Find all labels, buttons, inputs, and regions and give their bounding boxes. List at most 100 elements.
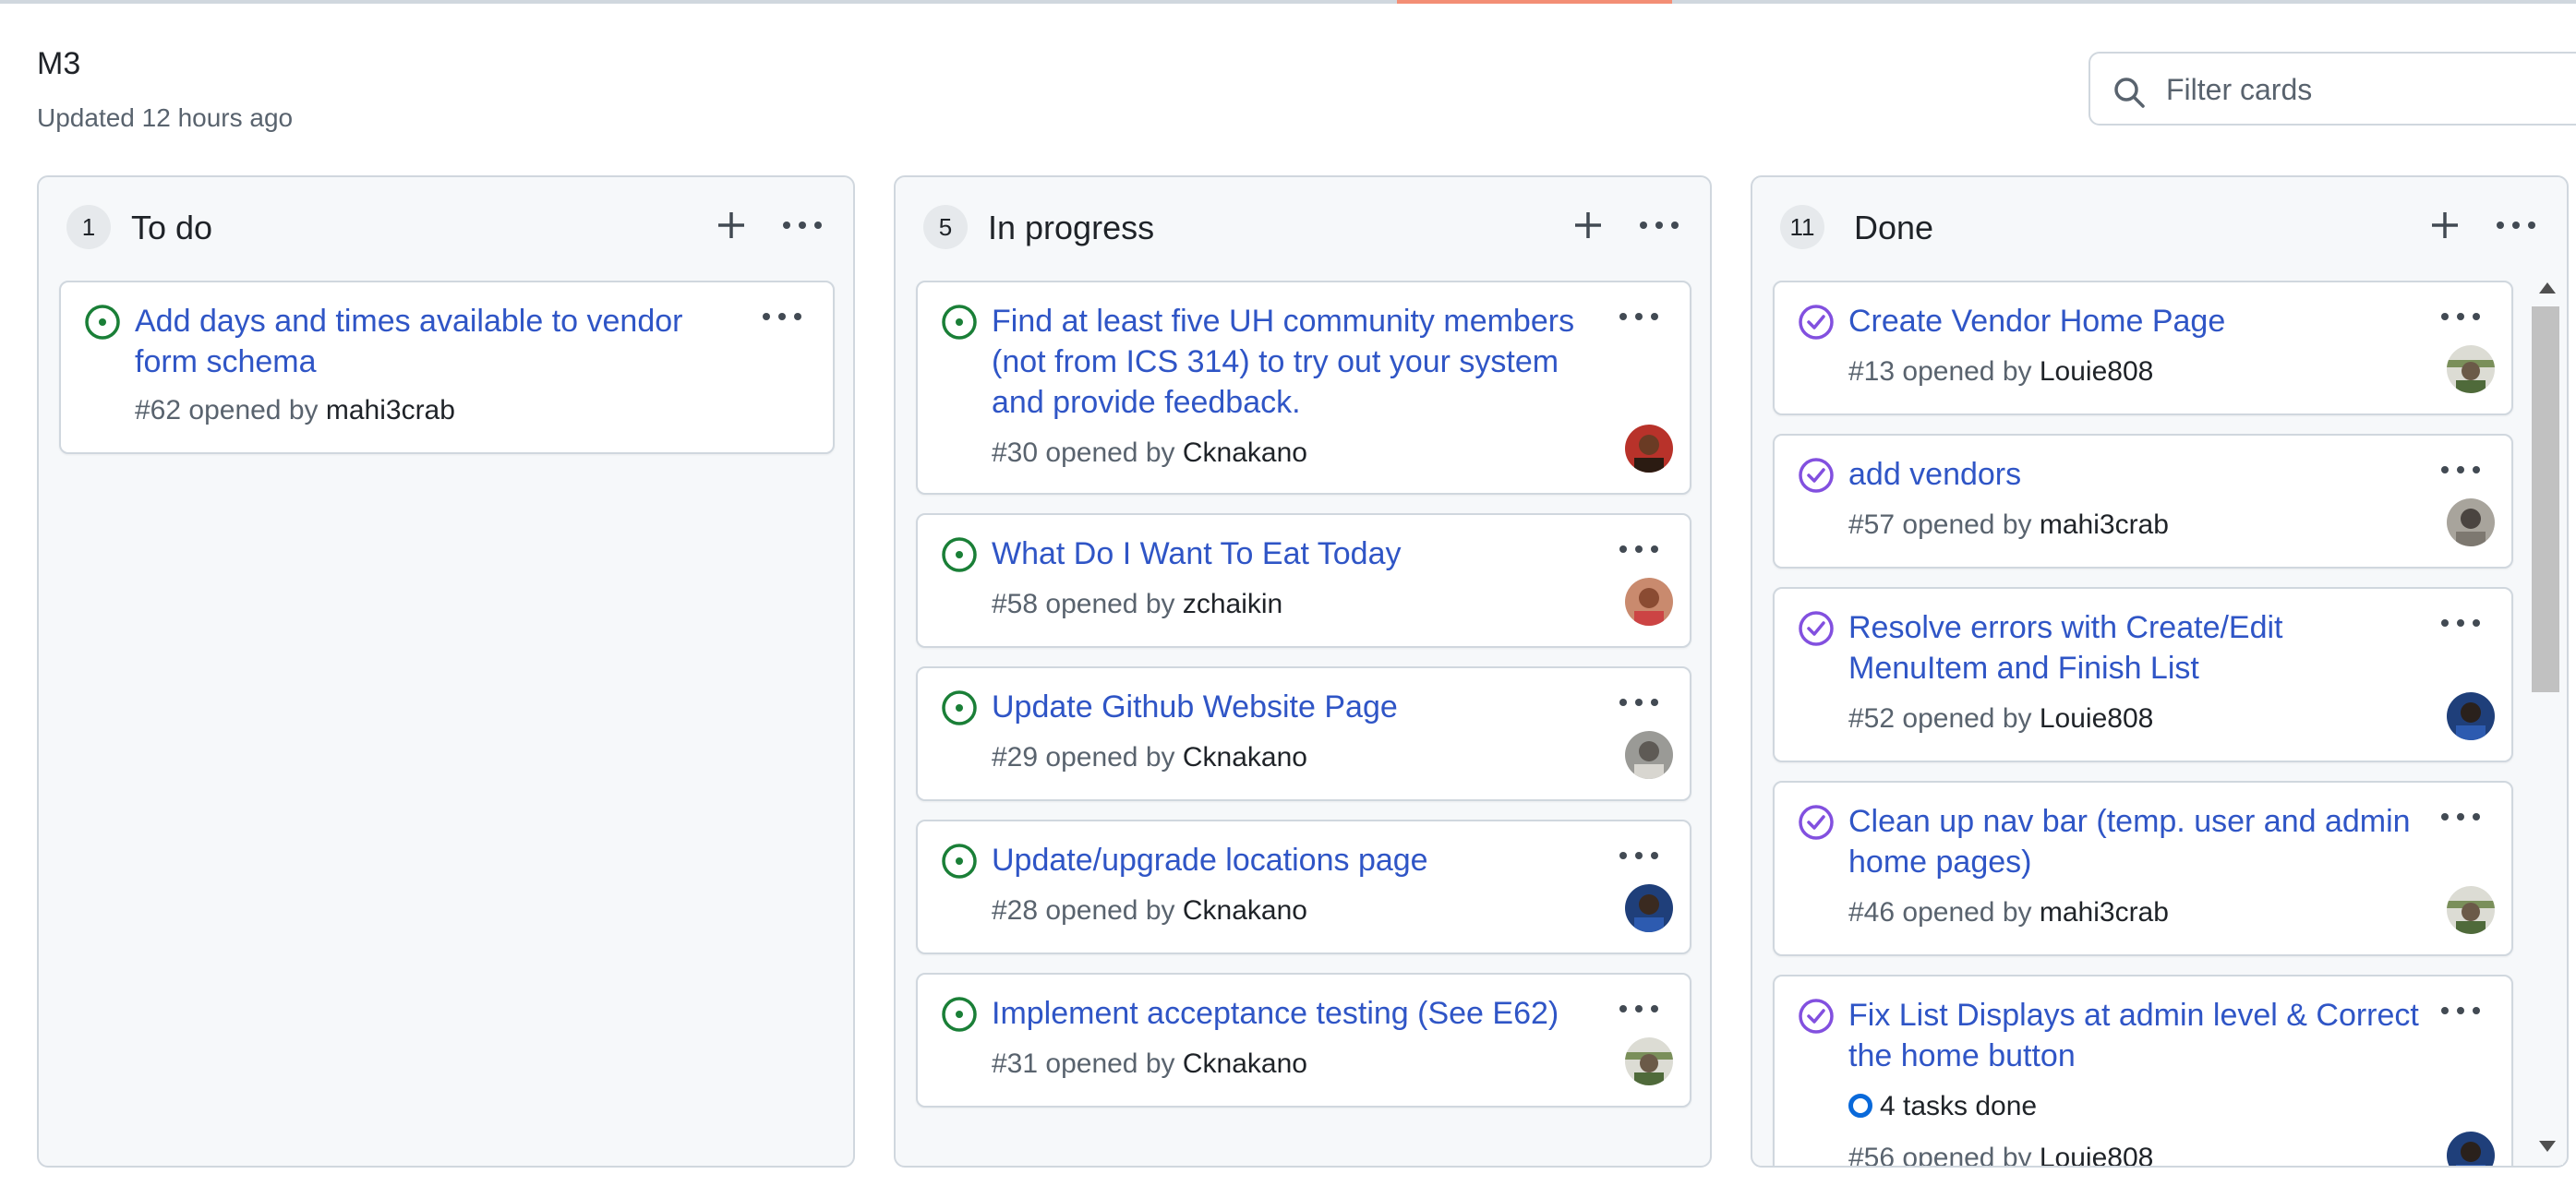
issue-title-link[interactable]: Clean up nav bar (temp. user and admin h…: [1848, 801, 2421, 882]
avatar[interactable]: [1625, 731, 1673, 779]
card-menu-button[interactable]: [1616, 303, 1662, 330]
avatar[interactable]: [2447, 498, 2495, 546]
column-title: Done: [1854, 209, 1934, 246]
card-menu-button[interactable]: [2438, 456, 2484, 484]
issue-number: #56 opened by: [1848, 1143, 2040, 1168]
issue-title-link[interactable]: Update/upgrade locations page: [992, 840, 1601, 881]
issue-meta: #30 opened by Cknakano: [992, 437, 1307, 469]
kebab-horizontal-icon: [2441, 813, 2480, 821]
card-menu-button[interactable]: [759, 303, 805, 330]
issue-title-link[interactable]: Fix List Displays at admin level & Corre…: [1848, 995, 2421, 1076]
issue-title-link[interactable]: Resolve errors with Create/Edit MenuItem…: [1848, 607, 2421, 689]
issue-card[interactable]: Find at least five UH community members …: [916, 281, 1691, 495]
column-to-do: 1 To do Add days and times available to …: [37, 175, 855, 1168]
column-title: In progress: [988, 209, 1155, 246]
issue-author[interactable]: zchaikin: [1183, 589, 1282, 619]
issue-meta: #52 opened by Louie808: [1848, 703, 2153, 735]
add-card-button[interactable]: [2425, 205, 2465, 246]
issue-title-link[interactable]: add vendors: [1848, 454, 2458, 495]
kebab-horizontal-icon: [2441, 313, 2480, 320]
issue-card[interactable]: add vendors #57 opened by mahi3crab: [1773, 434, 2513, 569]
issue-author[interactable]: mahi3crab: [2040, 897, 2169, 928]
scroll-down-arrow-icon[interactable]: [2539, 1141, 2556, 1152]
add-card-button[interactable]: [711, 205, 752, 246]
filter-cards-box[interactable]: [2088, 52, 2576, 126]
card-menu-button[interactable]: [1616, 689, 1662, 716]
issue-title-link[interactable]: Implement acceptance testing (See E62): [992, 993, 1638, 1034]
kebab-horizontal-icon: [1619, 1005, 1658, 1012]
issue-number: #58 opened by: [992, 589, 1183, 619]
column-title: To do: [131, 209, 213, 246]
avatar[interactable]: [1625, 1037, 1673, 1085]
issue-meta: #28 opened by Cknakano: [992, 895, 1307, 927]
column-header: 1 To do: [39, 177, 853, 279]
add-card-button[interactable]: [1568, 205, 1608, 246]
column-count-badge: 5: [923, 205, 968, 249]
issue-author[interactable]: mahi3crab: [326, 395, 455, 425]
scroll-up-arrow-icon[interactable]: [2539, 282, 2556, 294]
issue-card[interactable]: Clean up nav bar (temp. user and admin h…: [1773, 781, 2513, 956]
avatar[interactable]: [2447, 345, 2495, 393]
avatar[interactable]: [2447, 692, 2495, 740]
avatar[interactable]: [1625, 425, 1673, 473]
issue-author[interactable]: Louie808: [2040, 356, 2153, 387]
issue-author[interactable]: Cknakano: [1183, 895, 1307, 926]
issue-card[interactable]: What Do I Want To Eat Today #58 opened b…: [916, 513, 1691, 648]
card-menu-button[interactable]: [1616, 842, 1662, 869]
card-menu-button[interactable]: [1616, 995, 1662, 1023]
issue-number: #62 opened by: [135, 395, 326, 425]
scrollbar-thumb[interactable]: [2532, 306, 2559, 692]
issue-author[interactable]: Cknakano: [1183, 1048, 1307, 1079]
issue-number: #57 opened by: [1848, 509, 2040, 540]
issue-number: #29 opened by: [992, 742, 1183, 773]
issue-card[interactable]: Create Vendor Home Page #13 opened by Lo…: [1773, 281, 2513, 415]
issue-title-link[interactable]: Update Github Website Page: [992, 687, 1601, 727]
column-header: 5 In progress: [896, 177, 1710, 279]
plus-icon: [718, 212, 744, 238]
column-menu-button[interactable]: [779, 205, 825, 246]
issue-title-link[interactable]: Create Vendor Home Page: [1848, 301, 2458, 341]
issue-closed-icon: [1799, 999, 1834, 1034]
card-menu-button[interactable]: [2438, 997, 2484, 1024]
column-menu-button[interactable]: [2493, 205, 2539, 246]
filter-cards-input[interactable]: [2166, 68, 2576, 111]
issue-meta: #13 opened by Louie808: [1848, 356, 2153, 388]
issue-card[interactable]: Fix List Displays at admin level & Corre…: [1773, 975, 2513, 1168]
issue-author[interactable]: Cknakano: [1183, 437, 1307, 468]
issue-title-link[interactable]: Find at least five UH community members …: [992, 301, 1583, 423]
kebab-horizontal-icon: [2497, 222, 2535, 229]
kebab-horizontal-icon: [1619, 313, 1658, 320]
issue-card[interactable]: Update Github Website Page #29 opened by…: [916, 666, 1691, 801]
issue-opened-icon: [85, 305, 120, 340]
issue-card[interactable]: Update/upgrade locations page #28 opened…: [916, 820, 1691, 954]
issue-author[interactable]: Louie808: [2040, 703, 2153, 734]
column-header: 11 Done: [1752, 177, 2567, 279]
card-menu-button[interactable]: [2438, 303, 2484, 330]
avatar[interactable]: [1625, 578, 1673, 626]
card-menu-button[interactable]: [1616, 535, 1662, 563]
avatar[interactable]: [2447, 1132, 2495, 1166]
issue-title-link[interactable]: Add days and times available to vendor f…: [135, 301, 744, 382]
issue-title-link[interactable]: What Do I Want To Eat Today: [992, 533, 1601, 574]
issue-author[interactable]: Cknakano: [1183, 742, 1307, 773]
task-progress-label: 4 tasks done: [1880, 1091, 2038, 1121]
kebab-horizontal-icon: [763, 313, 801, 320]
kebab-horizontal-icon: [783, 222, 822, 229]
column-count-badge: 11: [1780, 205, 1824, 249]
task-progress: 4 tasks done: [1848, 1091, 2037, 1122]
plus-icon: [1575, 212, 1601, 238]
issue-author[interactable]: Louie808: [2040, 1143, 2153, 1166]
column-scrollbar[interactable]: [2528, 270, 2563, 1165]
card-menu-button[interactable]: [2438, 609, 2484, 637]
issue-number: #31 opened by: [992, 1048, 1183, 1079]
issue-card[interactable]: Implement acceptance testing (See E62) #…: [916, 973, 1691, 1108]
avatar[interactable]: [2447, 886, 2495, 934]
issue-card[interactable]: Resolve errors with Create/Edit MenuItem…: [1773, 587, 2513, 762]
issue-opened-icon: [942, 844, 977, 879]
column-menu-button[interactable]: [1636, 205, 1682, 246]
avatar[interactable]: [1625, 884, 1673, 932]
issue-opened-icon: [942, 305, 977, 340]
issue-card[interactable]: Add days and times available to vendor f…: [59, 281, 835, 454]
card-menu-button[interactable]: [2438, 803, 2484, 831]
issue-author[interactable]: mahi3crab: [2040, 509, 2169, 540]
